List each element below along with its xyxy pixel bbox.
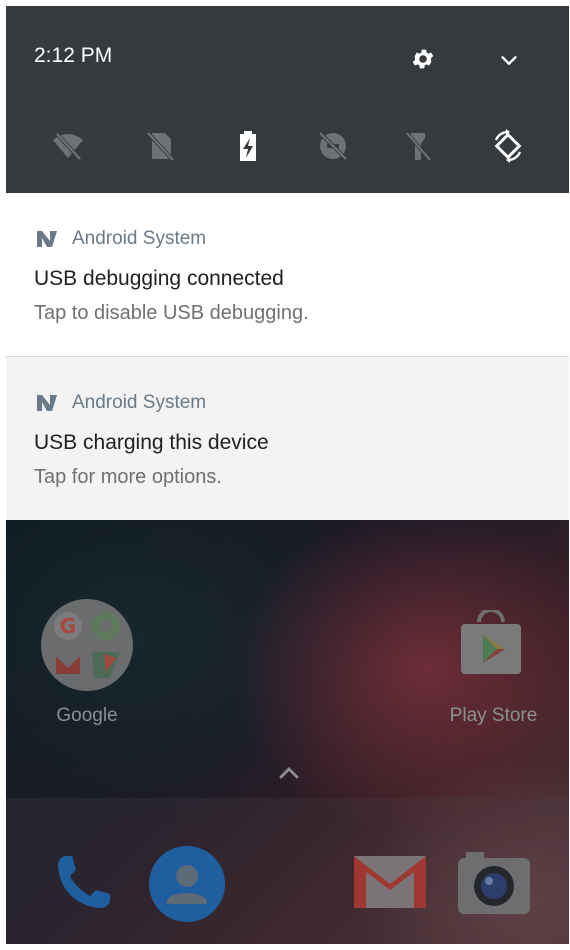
notification-app-header: Android System — [36, 227, 206, 251]
notification-app-header: Android System — [36, 391, 206, 415]
notification-usb-charging[interactable]: Android System USB charging this device … — [6, 357, 569, 520]
no-sim-icon[interactable] — [142, 128, 178, 164]
notification-text: Tap to disable USB debugging. — [34, 302, 309, 324]
auto-rotate-icon[interactable] — [490, 128, 526, 164]
notification-app-name: Android System — [72, 228, 207, 249]
flashlight-off-icon[interactable] — [400, 128, 436, 164]
wifi-off-icon[interactable] — [50, 128, 86, 164]
dock — [6, 798, 569, 944]
android-n-icon — [37, 231, 57, 247]
notification-title: USB charging this device — [34, 431, 269, 454]
google-folder-icon[interactable]: G — [40, 598, 134, 692]
svg-text:G: G — [60, 614, 76, 638]
camera-icon[interactable] — [454, 848, 534, 918]
home-screen-background: G Google Play Store — [6, 520, 569, 944]
play-store-icon[interactable] — [455, 608, 527, 682]
app-label-play-store: Play Store — [449, 705, 538, 726]
contacts-icon[interactable] — [149, 846, 225, 922]
clock-time: 2:12 PM — [34, 44, 113, 67]
notification-text: Tap for more options. — [34, 466, 222, 488]
phone-icon[interactable] — [52, 850, 116, 914]
notification-usb-debugging[interactable]: Android System USB debugging connected T… — [6, 193, 569, 357]
device-screen: 2:12 PM Android System USB debugging con… — [6, 6, 569, 944]
settings-gear-icon[interactable] — [410, 46, 436, 72]
quick-settings-panel: 2:12 PM — [6, 6, 569, 193]
battery-charging-icon[interactable] — [230, 128, 266, 164]
data-saver-off-icon[interactable] — [315, 128, 351, 164]
notification-title: USB debugging connected — [34, 267, 284, 290]
notification-app-name: Android System — [72, 392, 207, 413]
gmail-icon[interactable] — [352, 854, 428, 910]
app-label-google: Google — [56, 705, 118, 726]
app-drawer-chevron-up-icon[interactable] — [278, 764, 300, 780]
expand-chevron-down-icon[interactable] — [498, 50, 520, 72]
android-n-icon — [37, 395, 57, 411]
